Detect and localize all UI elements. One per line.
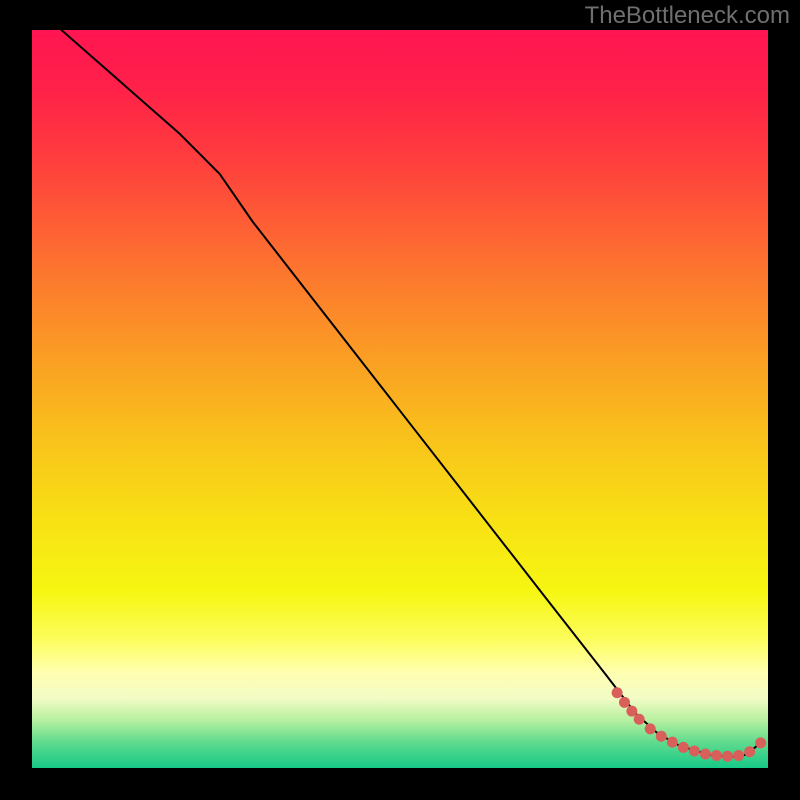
data-point <box>634 714 645 725</box>
chart-container: TheBottleneck.com <box>0 0 800 800</box>
data-point <box>722 751 733 762</box>
data-point <box>645 723 656 734</box>
data-point <box>667 737 678 748</box>
data-point <box>689 746 700 757</box>
data-point <box>755 737 766 748</box>
chart-svg <box>32 30 768 768</box>
data-point <box>678 742 689 753</box>
gradient-background <box>32 30 768 768</box>
data-point <box>733 750 744 761</box>
data-point <box>711 750 722 761</box>
data-point <box>744 746 755 757</box>
watermark-text: TheBottleneck.com <box>585 2 790 30</box>
plot-area <box>32 30 768 768</box>
data-point <box>626 706 637 717</box>
data-point <box>656 731 667 742</box>
data-point <box>612 687 623 698</box>
data-point <box>619 697 630 708</box>
data-point <box>700 748 711 759</box>
